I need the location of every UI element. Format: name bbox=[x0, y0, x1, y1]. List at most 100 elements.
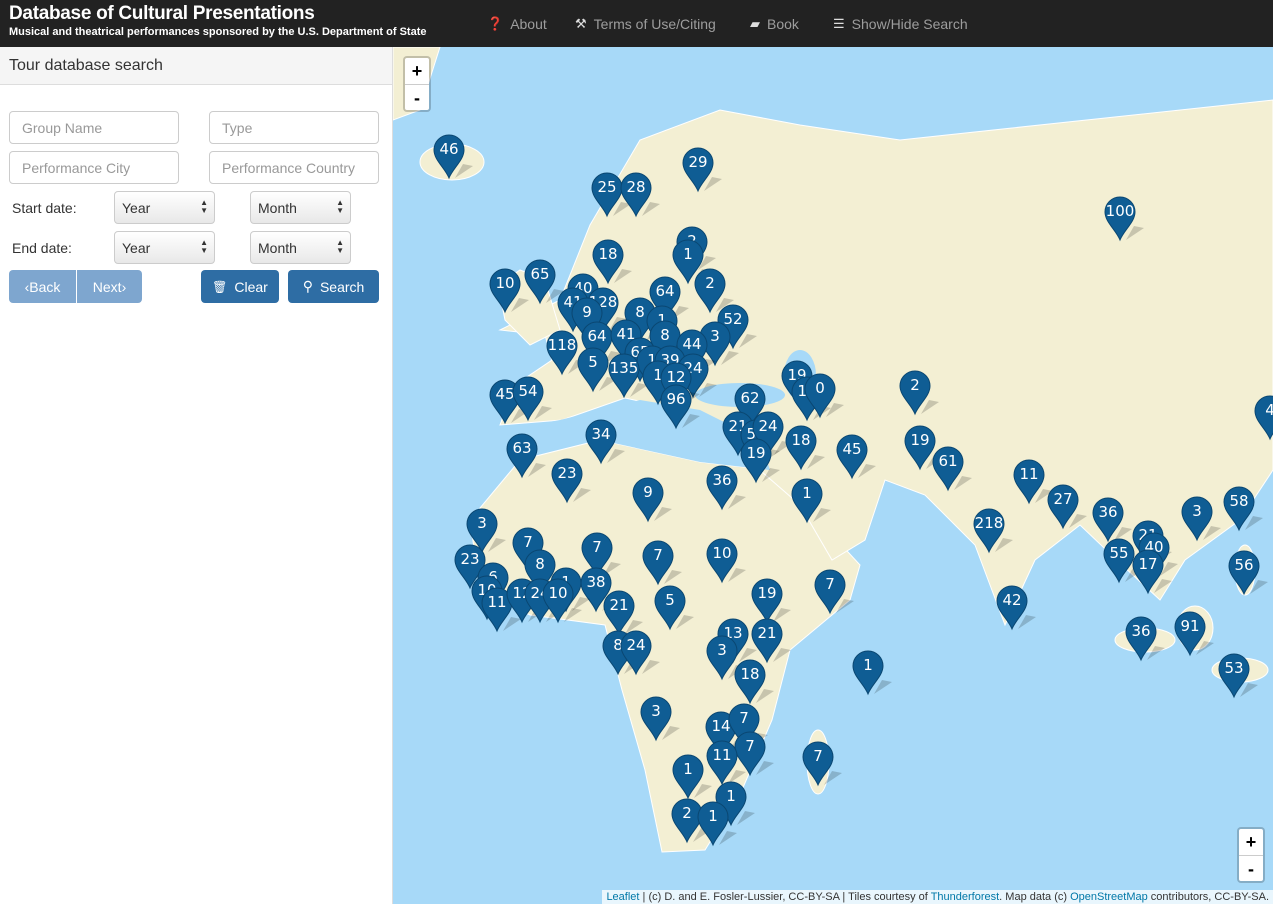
performance-country-input[interactable]: Performance Country bbox=[209, 151, 379, 184]
nav-book[interactable]: ▰ Book bbox=[750, 0, 799, 47]
type-input[interactable]: Type bbox=[209, 111, 379, 144]
back-button[interactable]: ‹ Back bbox=[9, 270, 76, 303]
nav-show-hide-search[interactable]: ☰ Show/Hide Search bbox=[833, 0, 968, 47]
map-marker[interactable]: 100 bbox=[1104, 196, 1144, 242]
map-marker[interactable]: 25 bbox=[591, 172, 631, 218]
map-marker[interactable]: 24 bbox=[620, 630, 660, 676]
nav-about[interactable]: ❓ About bbox=[487, 0, 547, 47]
map-marker[interactable]: 61 bbox=[932, 446, 972, 492]
search-button[interactable]: ⚲ Search bbox=[288, 270, 379, 303]
map-marker[interactable]: 54 bbox=[512, 376, 552, 422]
map-marker[interactable]: 218 bbox=[973, 508, 1013, 554]
marker-count: 3 bbox=[717, 641, 727, 659]
map-marker[interactable]: 53 bbox=[1218, 653, 1258, 699]
marker-count: 3 bbox=[1192, 502, 1202, 520]
map-marker[interactable]: 3 bbox=[640, 696, 680, 742]
map-marker[interactable]: 45 bbox=[836, 434, 876, 480]
map-marker[interactable]: 10 bbox=[489, 268, 529, 314]
map-marker[interactable]: 1 bbox=[791, 478, 831, 524]
start-month-select[interactable]: Month ▲ ▼ bbox=[250, 191, 351, 224]
map-marker[interactable]: 56 bbox=[1228, 550, 1268, 596]
map-marker[interactable]: 9 bbox=[632, 477, 672, 523]
map-marker[interactable]: 18 bbox=[734, 659, 774, 705]
map-marker[interactable]: 91 bbox=[1174, 611, 1214, 657]
zoom-in-button[interactable]: + bbox=[405, 58, 429, 84]
marker-count: 96 bbox=[666, 390, 686, 408]
group-name-input[interactable]: Group Name bbox=[9, 111, 179, 144]
zoom-in-button[interactable]: + bbox=[1239, 829, 1263, 855]
map-attribution: Leaflet | (c) D. and E. Fosler-Lussier, … bbox=[602, 890, 1273, 904]
marker-count: 21 bbox=[609, 596, 629, 614]
openstreetmap-link[interactable]: OpenStreetMap bbox=[1070, 891, 1148, 903]
performance-city-input[interactable]: Performance City bbox=[9, 151, 179, 184]
map-marker[interactable]: 3 bbox=[1181, 496, 1221, 542]
marker-count: 61 bbox=[938, 452, 958, 470]
map-marker[interactable]: 34 bbox=[585, 419, 625, 465]
map-marker[interactable]: 4 bbox=[1254, 395, 1273, 441]
map-marker[interactable]: 1 bbox=[672, 754, 712, 800]
map-marker[interactable]: 21 bbox=[603, 590, 643, 636]
thunderforest-link[interactable]: Thunderforest bbox=[931, 891, 999, 903]
marker-count: 5 bbox=[665, 591, 675, 609]
map-marker[interactable]: 46 bbox=[433, 134, 473, 180]
map-marker[interactable]: 96 bbox=[660, 384, 700, 430]
end-year-value: Year bbox=[122, 240, 151, 256]
map-marker[interactable]: 1 bbox=[852, 650, 892, 696]
map-marker[interactable]: 29 bbox=[682, 147, 722, 193]
map-marker[interactable]: 118 bbox=[546, 330, 586, 376]
end-year-select[interactable]: Year ▲ ▼ bbox=[114, 231, 215, 264]
zoom-control-top: + - bbox=[403, 56, 431, 112]
map-marker[interactable]: 36 bbox=[1092, 497, 1132, 543]
map-marker[interactable]: 2 bbox=[899, 370, 939, 416]
map-marker[interactable]: 5 bbox=[577, 347, 617, 393]
marker-count: 3 bbox=[651, 702, 661, 720]
map-marker[interactable]: 63 bbox=[506, 433, 546, 479]
start-year-select[interactable]: Year ▲ ▼ bbox=[114, 191, 215, 224]
map-marker[interactable]: 7 bbox=[814, 569, 854, 615]
marker-count: 34 bbox=[591, 425, 611, 443]
book-icon: ▰ bbox=[750, 15, 760, 31]
marker-count: 63 bbox=[512, 439, 532, 457]
select-arrows-icon: ▲ ▼ bbox=[336, 238, 344, 255]
map-marker[interactable]: 1 bbox=[697, 801, 737, 847]
brand[interactable]: Database of Cultural Presentations Music… bbox=[9, 3, 427, 39]
marker-count: 56 bbox=[1234, 556, 1254, 574]
nav-terms[interactable]: ⚒ Terms of Use/Citing bbox=[575, 0, 716, 47]
map-marker[interactable]: 36 bbox=[706, 465, 746, 511]
marker-count: 18 bbox=[740, 665, 760, 683]
map-marker[interactable]: 28 bbox=[620, 172, 660, 218]
marker-count: 27 bbox=[1053, 490, 1073, 508]
marker-count: 17 bbox=[1138, 555, 1158, 573]
nav-book-label: Book bbox=[767, 15, 799, 32]
zoom-out-button[interactable]: - bbox=[405, 84, 429, 110]
map-marker[interactable]: 18 bbox=[785, 425, 825, 471]
map-marker[interactable]: 0 bbox=[804, 373, 844, 419]
end-month-select[interactable]: Month ▲ ▼ bbox=[250, 231, 351, 264]
clear-button[interactable]: 🗑 Clear bbox=[201, 270, 279, 303]
trash-icon: 🗑 bbox=[212, 279, 228, 294]
map-marker[interactable]: 21 bbox=[751, 618, 791, 664]
map-marker[interactable]: 135 bbox=[608, 353, 648, 399]
map-marker[interactable]: 42 bbox=[996, 585, 1036, 631]
marker-count: 135 bbox=[609, 359, 639, 377]
map-marker[interactable]: 65 bbox=[524, 259, 564, 305]
map[interactable]: + - + - 46292528100211821065404112896481… bbox=[393, 47, 1273, 904]
map-marker[interactable]: 7 bbox=[802, 741, 842, 787]
map-marker[interactable]: 27 bbox=[1047, 484, 1087, 530]
map-marker[interactable]: 11 bbox=[1013, 459, 1053, 505]
leaflet-link[interactable]: Leaflet bbox=[606, 891, 639, 903]
map-marker[interactable]: 17 bbox=[1132, 549, 1172, 595]
map-marker[interactable]: 5 bbox=[654, 585, 694, 631]
map-marker[interactable]: 55 bbox=[1103, 538, 1143, 584]
map-marker[interactable]: 10 bbox=[542, 578, 582, 624]
zoom-out-button[interactable]: - bbox=[1239, 855, 1263, 881]
map-marker[interactable]: 36 bbox=[1125, 616, 1165, 662]
map-marker[interactable]: 58 bbox=[1223, 486, 1263, 532]
marker-count: 28 bbox=[626, 178, 646, 196]
map-marker[interactable]: 23 bbox=[551, 458, 591, 504]
next-button[interactable]: Next › bbox=[77, 270, 142, 303]
marker-count: 10 bbox=[712, 544, 732, 562]
map-marker[interactable]: 10 bbox=[706, 538, 746, 584]
map-marker[interactable]: 19 bbox=[751, 578, 791, 624]
map-marker[interactable]: 7 bbox=[642, 540, 682, 586]
